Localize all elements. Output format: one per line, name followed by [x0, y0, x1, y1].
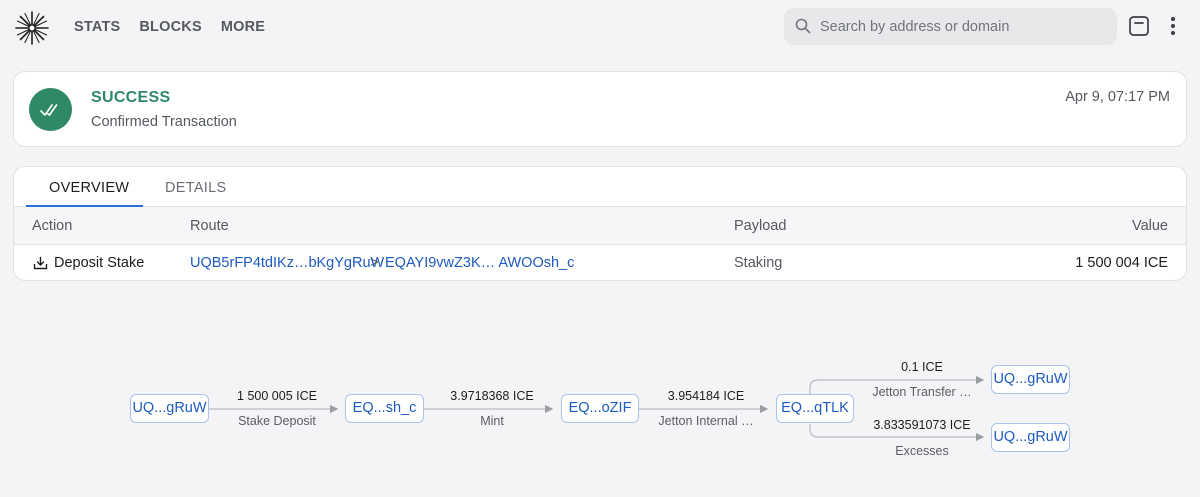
graph-node-recipient-2[interactable]: UQ...gRuW: [991, 423, 1070, 452]
edge-amount-1: 1 500 005 ICE: [237, 389, 317, 403]
value-amount: 1 500 004 ICE: [1075, 255, 1168, 271]
tab-bar: OVERVIEW DETAILS: [14, 167, 1186, 207]
edge-amount-4: 0.1 ICE: [901, 360, 943, 374]
search-box[interactable]: [784, 8, 1117, 45]
graph-node-sender[interactable]: UQ...gRuW: [130, 394, 209, 423]
column-action: Action: [32, 218, 73, 234]
table-header: Action Route Payload Value: [14, 207, 1186, 245]
top-bar: STATS BLOCKS MORE: [0, 0, 1200, 54]
action-label: Deposit Stake: [54, 255, 145, 271]
edge-label-1: Stake Deposit: [238, 414, 316, 428]
column-payload: Payload: [734, 218, 787, 234]
transaction-details-card: OVERVIEW DETAILS Action Route Payload Va…: [13, 166, 1187, 281]
search-icon: [795, 18, 811, 34]
column-route: Route: [190, 218, 229, 234]
graph-node-staking[interactable]: EQ...sh_c: [345, 394, 424, 423]
status-title: SUCCESS: [91, 89, 171, 106]
tab-details[interactable]: DETAILS: [165, 180, 226, 196]
graph-node-recipient-1[interactable]: UQ...gRuW: [991, 365, 1070, 394]
graph-node-minter[interactable]: EQ...oZIF: [561, 394, 639, 423]
transaction-status-card: SUCCESS Confirmed Transaction Apr 9, 07:…: [13, 71, 1187, 147]
edge-label-4: Jetton Transfer …: [872, 385, 972, 399]
route-to-link[interactable]: EQAYI9vwZ3K… AWOOsh_c: [385, 255, 574, 271]
transaction-flow-graph: UQ...gRuW EQ...sh_c EQ...oZIF EQ...qTLK …: [0, 300, 1200, 497]
search-input[interactable]: [820, 8, 1110, 45]
more-vertical-icon[interactable]: [1164, 14, 1182, 38]
table-row[interactable]: Deposit Stake UQB5rFP4tdIKz…bKgYgRuW > E…: [14, 245, 1186, 280]
wallet-icon[interactable]: [1128, 15, 1150, 37]
edge-amount-2: 3.9718368 ICE: [450, 389, 534, 403]
edge-amount-5: 3.833591073 ICE: [873, 418, 971, 432]
main-nav: STATS BLOCKS MORE: [74, 19, 265, 35]
logo-icon[interactable]: [15, 11, 49, 45]
nav-stats[interactable]: STATS: [74, 19, 120, 35]
transaction-date: Apr 9, 07:17 PM: [1065, 89, 1170, 105]
payload-value: Staking: [734, 255, 783, 271]
tab-overview[interactable]: OVERVIEW: [49, 180, 129, 196]
edge-label-3: Jetton Internal …: [658, 414, 754, 428]
nav-more[interactable]: MORE: [221, 19, 265, 35]
status-subtitle: Confirmed Transaction: [91, 114, 237, 130]
edge-label-2: Mint: [480, 414, 504, 428]
nav-blocks[interactable]: BLOCKS: [139, 19, 201, 35]
edge-label-5: Excesses: [895, 444, 949, 458]
route-separator-icon: >: [370, 255, 379, 271]
download-icon: [33, 256, 48, 270]
column-value: Value: [1131, 218, 1168, 234]
route-from-link[interactable]: UQB5rFP4tdIKz…bKgYgRuW: [190, 255, 384, 271]
graph-node-jetton-wallet[interactable]: EQ...qTLK: [776, 394, 854, 423]
edge-amount-3: 3.954184 ICE: [667, 389, 745, 403]
success-check-icon: [29, 88, 72, 131]
